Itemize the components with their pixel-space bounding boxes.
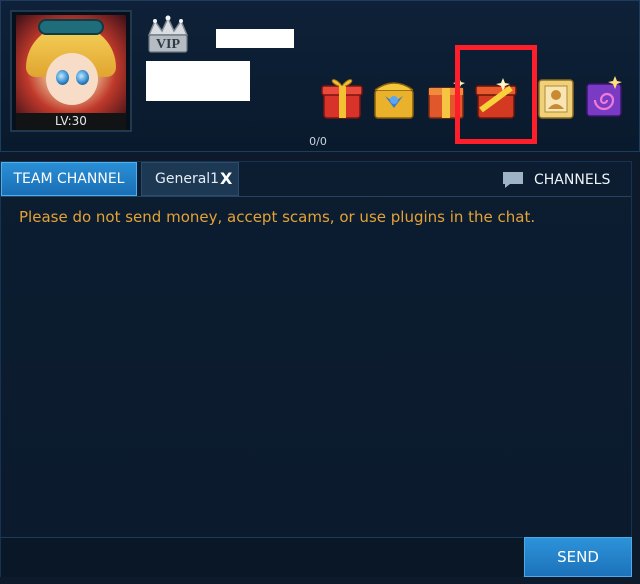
- tabs-divider: [1, 196, 631, 197]
- tab-general1-label: General1: [155, 171, 220, 187]
- player-avatar[interactable]: LV:30: [10, 10, 132, 132]
- player-name-redacted: [216, 29, 294, 48]
- chat-panel: TEAM CHANNEL General1 X CHANNELS Please …: [0, 161, 632, 577]
- chat-message-input[interactable]: [1, 537, 523, 577]
- vip-crown-icon[interactable]: VIP: [145, 15, 191, 55]
- channels-label: CHANNELS: [534, 172, 611, 188]
- avatar-portrait: [16, 15, 126, 113]
- avatar-eye-left: [56, 70, 69, 85]
- profile-header: LV:30 VIP 0/0: [0, 0, 640, 152]
- avatar-goggles: [38, 19, 104, 35]
- tab-team-channel[interactable]: TEAM CHANNEL: [1, 162, 137, 196]
- gift-box-icon[interactable]: [319, 72, 365, 122]
- scroll-icon[interactable]: [581, 72, 627, 122]
- close-icon[interactable]: X: [220, 163, 232, 195]
- treasure-chest-icon[interactable]: [371, 72, 417, 122]
- channels-button[interactable]: CHANNELS: [501, 168, 626, 192]
- tab-general1[interactable]: General1 X: [141, 162, 239, 196]
- chat-notice: Please do not send money, accept scams, …: [19, 208, 536, 226]
- avatar-face: [46, 53, 98, 105]
- reward-progress: 0/0: [309, 135, 327, 148]
- avatar-eye-right: [76, 70, 89, 85]
- portrait-card-icon[interactable]: [533, 72, 579, 122]
- vip-text: VIP: [156, 37, 181, 52]
- player-info-redacted: [146, 61, 250, 101]
- send-button[interactable]: SEND: [524, 537, 632, 577]
- reward-highlight-box: [455, 45, 537, 144]
- chat-bubble-icon: [503, 172, 523, 188]
- level-label: LV:30: [16, 113, 126, 130]
